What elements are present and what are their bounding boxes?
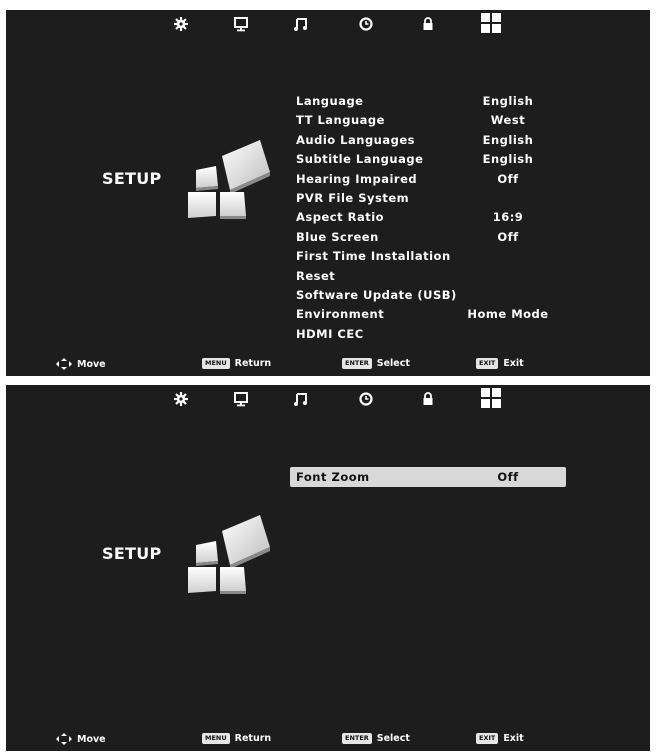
enter-key: ENTER [342, 358, 372, 369]
setup-menu-screen-1: SETUP Language English TT Language West Au… [6, 10, 650, 376]
menu-item-aspect-ratio[interactable]: Aspect Ratio 16:9 [290, 208, 566, 227]
help-exit: EXIT Exit [476, 358, 524, 369]
help-bar: Move MENU Return ENTER Select EXIT Exit [6, 352, 650, 376]
menu-item-software-update[interactable]: Software Update (USB) [290, 286, 566, 305]
setup-blocks-icon [184, 507, 274, 597]
menu-item-audio-languages[interactable]: Audio Languages English [290, 131, 566, 150]
enter-key: ENTER [342, 733, 372, 744]
clock-icon[interactable] [357, 390, 375, 408]
help-return: MENU Return [202, 733, 271, 744]
setup-title: SETUP [102, 544, 162, 563]
category-bar [6, 10, 650, 40]
help-select: ENTER Select [342, 358, 410, 369]
setup-title: SETUP [102, 169, 162, 188]
help-exit: EXIT Exit [476, 733, 524, 744]
monitor-icon[interactable] [232, 15, 250, 33]
help-bar: Move MENU Return ENTER Select EXIT Exit [6, 727, 650, 751]
menu-key: MENU [202, 358, 230, 369]
clock-icon[interactable] [357, 15, 375, 33]
arrow-keys-icon [56, 733, 72, 745]
grid-setup-icon[interactable] [480, 12, 502, 34]
menu-item-font-zoom[interactable]: Font Zoom Off [290, 467, 566, 487]
menu-item-pvr-file-system[interactable]: PVR File System [290, 189, 566, 208]
menu-item-blue-screen[interactable]: Blue Screen Off [290, 228, 566, 247]
menu-item-subtitle-language[interactable]: Subtitle Language English [290, 150, 566, 169]
help-return: MENU Return [202, 358, 271, 369]
help-move: Move [56, 358, 106, 370]
exit-key: EXIT [476, 358, 499, 369]
setup-menu-list: Font Zoom Off [290, 467, 566, 487]
monitor-icon[interactable] [232, 390, 250, 408]
help-select: ENTER Select [342, 733, 410, 744]
menu-key: MENU [202, 733, 230, 744]
lock-icon[interactable] [419, 390, 437, 408]
setup-menu-screen-2: SETUP Font Zoom Off Move MENU Return ENT… [6, 385, 650, 751]
menu-item-language[interactable]: Language English [290, 92, 566, 111]
menu-item-reset[interactable]: Reset [290, 267, 566, 286]
exit-key: EXIT [476, 733, 499, 744]
menu-item-environment[interactable]: Environment Home Mode [290, 305, 566, 324]
music-note-icon[interactable] [292, 15, 310, 33]
menu-item-first-time-installation[interactable]: First Time Installation [290, 247, 566, 266]
gear-icon[interactable] [172, 15, 190, 33]
setup-blocks-icon [184, 132, 274, 222]
setup-menu-list: Language English TT Language West Audio La… [290, 92, 566, 344]
help-move: Move [56, 733, 106, 745]
menu-item-hearing-impaired[interactable]: Hearing Impaired Off [290, 170, 566, 189]
lock-icon[interactable] [419, 15, 437, 33]
category-bar [6, 385, 650, 415]
menu-item-hdmi-cec[interactable]: HDMI CEC [290, 325, 566, 344]
menu-item-tt-language[interactable]: TT Language West [290, 111, 566, 130]
gear-icon[interactable] [172, 390, 190, 408]
grid-setup-icon[interactable] [480, 387, 502, 409]
arrow-keys-icon [56, 358, 72, 370]
music-note-icon[interactable] [292, 390, 310, 408]
